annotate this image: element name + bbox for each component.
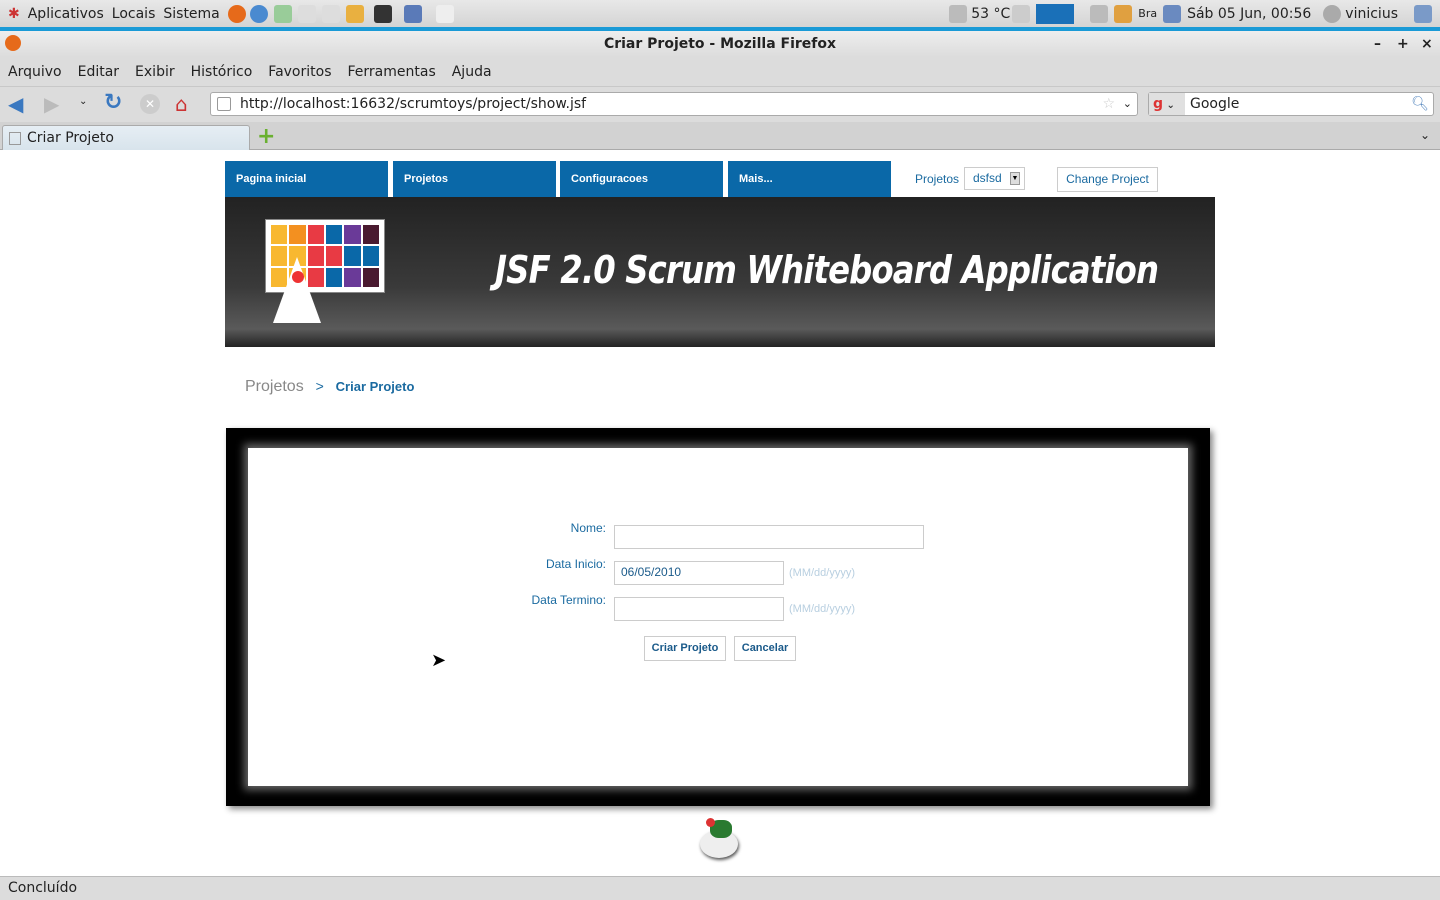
banner-title: JSF 2.0 Scrum Whiteboard Application (495, 248, 1159, 292)
chrome-launcher-icon[interactable] (249, 4, 268, 23)
tab-label: Criar Projeto (27, 130, 114, 146)
bookmark-star-icon[interactable]: ☆ (1102, 93, 1115, 115)
menu-arquivo[interactable]: Arquivo (8, 64, 62, 80)
search-bar[interactable]: g ⌄ Google 🔍︎ (1148, 92, 1434, 116)
page-icon (9, 132, 21, 145)
nav-mais[interactable]: Mais... (728, 161, 891, 197)
project-select-value: dsfsd (973, 171, 1002, 185)
duke-mascot-icon (273, 257, 321, 323)
user-switch-icon[interactable] (1323, 4, 1342, 23)
breadcrumb-current: Criar Projeto (335, 379, 415, 394)
terminal-icon[interactable] (373, 4, 392, 23)
keyboard-layout[interactable]: Bra (1138, 7, 1157, 20)
pidgin-icon[interactable] (273, 4, 292, 23)
menu-bar: Arquivo Editar Exibir Histórico Favorito… (0, 57, 1440, 86)
breadcrumb-separator: > (315, 378, 324, 394)
reload-icon[interactable]: ↻ (104, 90, 122, 115)
data-inicio-label: Data Inicio: (545, 557, 606, 571)
drawer-icon[interactable] (1114, 4, 1133, 23)
panel-menu-locais[interactable]: Locais (112, 6, 156, 22)
cancelar-button[interactable]: Cancelar (734, 636, 796, 661)
breadcrumb-projetos[interactable]: Projetos (245, 378, 304, 395)
clock[interactable]: Sáb 05 Jun, 00:56 (1187, 6, 1311, 22)
url-bar[interactable]: http://localhost:16632/scrumtoys/project… (210, 92, 1138, 116)
status-text: Concluído (8, 880, 78, 896)
menu-exibir[interactable]: Exibir (135, 64, 175, 80)
panel-menu-aplicativos[interactable]: Aplicativos (28, 6, 104, 22)
home-icon[interactable]: ⌂ (175, 92, 188, 116)
user-name[interactable]: vinicius (1345, 6, 1398, 22)
firefox-icon (5, 35, 21, 51)
mail-icon[interactable] (297, 4, 316, 23)
data-inicio-input[interactable]: 06/05/2010 (614, 561, 784, 585)
tab-list-icon[interactable]: ⌄ (1420, 128, 1430, 142)
window-title: Criar Projeto - Mozilla Firefox (603, 36, 837, 52)
data-termino-input[interactable] (614, 597, 784, 621)
minimize-button[interactable]: – (1374, 31, 1381, 57)
search-engine-google-icon[interactable]: g ⌄ (1149, 93, 1185, 115)
temperature-readout: 53 °C (971, 5, 1011, 22)
status-bar: Concluído (0, 876, 1440, 900)
close-button[interactable]: × (1421, 31, 1433, 57)
calendar-icon[interactable] (321, 4, 340, 23)
change-project-button[interactable]: Change Project (1057, 167, 1158, 192)
nome-input[interactable] (614, 525, 924, 549)
project-select-label: Projetos (915, 172, 960, 186)
data-inicio-hint: (MM/dd/yyyy) (789, 567, 855, 579)
menu-historico[interactable]: Histórico (191, 64, 253, 80)
breadcrumb: Projetos > Criar Projeto (245, 378, 414, 396)
search-input[interactable]: Google (1190, 96, 1239, 112)
top-panel: ✱ Aplicativos Locais Sistema 53 °C Bra S… (0, 0, 1440, 27)
window-titlebar[interactable]: Criar Projeto - Mozilla Firefox – + × (0, 31, 1440, 57)
data-termino-label: Data Termino: (531, 593, 606, 607)
tab-criar-projeto[interactable]: Criar Projeto (2, 125, 250, 150)
project-select[interactable]: dsfsd ▼ (964, 167, 1025, 190)
data-termino-hint: (MM/dd/yyyy) (789, 603, 855, 615)
mouse-cursor-icon: ➤ (431, 650, 447, 671)
network-icon[interactable] (1163, 4, 1182, 23)
history-dropdown-icon[interactable]: ⌄ (79, 96, 87, 107)
new-tab-icon[interactable]: + (257, 124, 275, 149)
nav-configuracoes[interactable]: Configuracoes (560, 161, 723, 197)
applet-icon[interactable] (1090, 4, 1109, 23)
nav-pagina-inicial[interactable]: Pagina inicial (225, 161, 388, 197)
panel-menu-sistema[interactable]: Sistema (163, 6, 219, 22)
back-icon[interactable]: ◀ (8, 92, 23, 116)
duke-footer-icon (694, 818, 744, 862)
url-text[interactable]: http://localhost:16632/scrumtoys/project… (240, 96, 586, 112)
firefox-launcher-icon[interactable] (227, 4, 246, 23)
menu-ajuda[interactable]: Ajuda (452, 64, 492, 80)
menu-favoritos[interactable]: Favoritos (268, 64, 331, 80)
search-magnifier-icon[interactable]: 🔍︎ (1411, 93, 1429, 115)
charts-icon[interactable] (345, 4, 364, 23)
forward-icon[interactable]: ▶ (44, 92, 59, 116)
nome-label: Nome: (570, 521, 606, 535)
url-dropdown-icon[interactable]: ⌄ (1123, 93, 1132, 115)
select-arrow-icon: ▼ (1010, 172, 1020, 185)
virtualbox-icon[interactable] (403, 4, 422, 23)
gnome-foot-icon[interactable]: ✱ (8, 6, 20, 22)
menu-ferramentas[interactable]: Ferramentas (348, 64, 436, 80)
nav-projetos[interactable]: Projetos (393, 161, 556, 197)
temperature-icon (949, 4, 968, 23)
criar-projeto-button[interactable]: Criar Projeto (644, 636, 726, 661)
menu-editar[interactable]: Editar (78, 64, 119, 80)
system-monitor-graph[interactable] (1036, 3, 1075, 24)
cpu-freq-icon (1012, 4, 1031, 23)
duke-nose-icon (292, 271, 304, 283)
site-identity-icon[interactable] (217, 97, 231, 111)
notes-icon[interactable] (435, 4, 454, 23)
show-desktop-icon[interactable] (1414, 4, 1432, 23)
stop-icon[interactable]: ✕ (140, 94, 160, 114)
maximize-button[interactable]: + (1397, 31, 1409, 57)
